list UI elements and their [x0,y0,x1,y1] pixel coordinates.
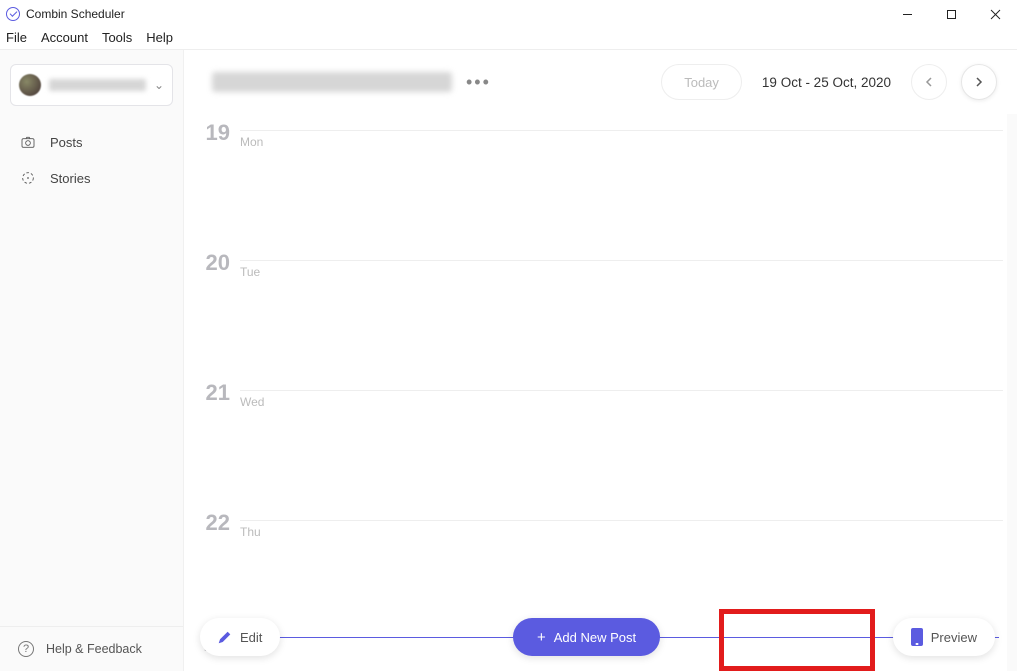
nav-stories[interactable]: Stories [0,160,183,196]
day-of-week: Wed [240,390,1003,409]
day-of-week: Tue [240,260,1003,279]
day-number: 22 [184,510,240,536]
window-controls [885,0,1017,28]
pencil-icon [218,630,232,644]
calendar: 19 Mon 20 Tue 21 Wed 22 Thu [184,114,1017,671]
day-of-week: Thu [240,520,1003,539]
app-title: Combin Scheduler [26,7,125,21]
menubar: File Account Tools Help [0,28,1017,50]
titlebar-left: Combin Scheduler [6,7,125,21]
sidebar: ⌄ Posts Stories ? Help & Feedback [0,50,184,671]
preview-button[interactable]: Preview [893,618,995,656]
add-label: Add New Post [554,630,636,645]
help-icon: ? [18,641,34,657]
menu-tools[interactable]: Tools [102,30,132,45]
main-header: ••• Today 19 Oct - 25 Oct, 2020 [184,50,1017,114]
menu-account[interactable]: Account [41,30,88,45]
menu-help[interactable]: Help [146,30,173,45]
nav-posts[interactable]: Posts [0,124,183,160]
day-row[interactable]: 21 Wed [184,374,1003,504]
avatar [19,74,41,96]
stories-icon [20,170,36,186]
day-number: 21 [184,380,240,406]
help-label: Help & Feedback [46,642,142,656]
next-week-button[interactable] [961,64,997,100]
maximize-button[interactable] [929,0,973,28]
nav-label: Stories [50,171,90,186]
sidebar-footer[interactable]: ? Help & Feedback [0,626,183,671]
sidebar-nav: Posts Stories [0,116,183,204]
date-range: 19 Oct - 25 Oct, 2020 [762,75,891,90]
chevron-left-icon [923,76,935,88]
camera-icon [20,134,36,150]
prev-week-button[interactable] [911,64,947,100]
app-icon [6,7,20,21]
main: ••• Today 19 Oct - 25 Oct, 2020 19 Mon 2… [184,50,1017,671]
day-of-week: Mon [240,130,1003,149]
edit-button[interactable]: Edit [200,618,280,656]
more-icon[interactable]: ••• [466,72,491,93]
chevron-down-icon: ⌄ [154,78,164,92]
header-title-redacted [212,72,452,92]
today-button[interactable]: Today [661,64,742,100]
day-number: 19 [184,120,240,146]
edit-label: Edit [240,630,262,645]
phone-icon [911,628,923,646]
minimize-button[interactable] [885,0,929,28]
preview-label: Preview [931,630,977,645]
plus-icon: + [537,630,546,645]
day-row[interactable]: 20 Tue [184,244,1003,374]
add-new-post-button[interactable]: + Add New Post [513,618,660,656]
menu-file[interactable]: File [6,30,27,45]
today-label: Today [684,75,719,90]
day-row[interactable]: 22 Thu [184,504,1003,594]
titlebar: Combin Scheduler [0,0,1017,28]
account-name-redacted [49,79,146,91]
chevron-right-icon [973,76,985,88]
scrollbar[interactable] [1007,114,1017,671]
day-row[interactable]: 19 Mon [184,114,1003,244]
nav-label: Posts [50,135,83,150]
account-picker[interactable]: ⌄ [10,64,173,106]
day-number: 20 [184,250,240,276]
close-button[interactable] [973,0,1017,28]
